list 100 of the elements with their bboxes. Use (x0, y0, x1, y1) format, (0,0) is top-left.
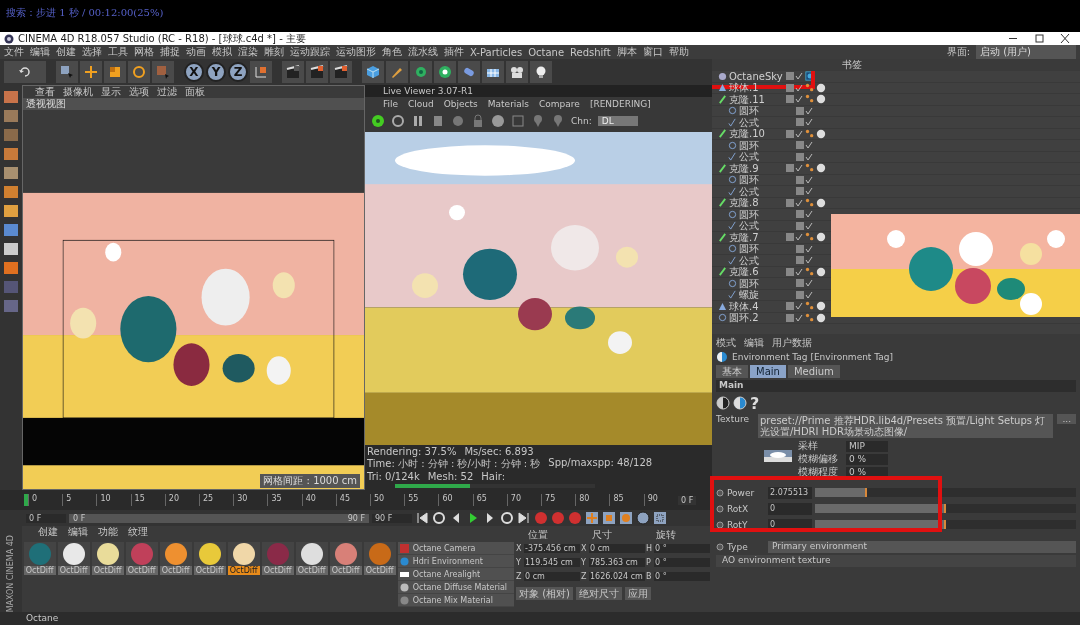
menu-item[interactable]: Octane Diffuse Material (397, 581, 514, 594)
type-dropdown[interactable]: Primary environment (768, 541, 1076, 553)
collapsed-group[interactable]: AO environment texture (716, 555, 1076, 567)
menu-item[interactable]: 渲染 (238, 45, 258, 59)
object-name[interactable]: 圆环 (739, 208, 796, 220)
viewport-menu-item[interactable]: 面板 (185, 85, 205, 99)
object-name[interactable]: 圆环 (739, 139, 796, 151)
material-swatch[interactable]: OctDiff (193, 542, 226, 575)
object-name[interactable]: 螺旋 (739, 289, 796, 301)
menu-item[interactable]: 动画 (186, 45, 206, 59)
menu-item[interactable]: 模拟 (212, 45, 232, 59)
object-name[interactable]: 公式 (739, 185, 796, 197)
apply-button[interactable]: 应用 (625, 587, 651, 600)
coordinate-field[interactable]: 0 ° (654, 557, 710, 567)
object-name[interactable]: 公式 (739, 220, 796, 232)
menu-item[interactable]: 脚本 (616, 45, 637, 59)
coordinate-field[interactable]: 0 cm (589, 543, 645, 553)
value-field[interactable]: 0 % (846, 466, 888, 478)
object-name[interactable]: 克隆.10 (729, 128, 786, 140)
channel-dropdown[interactable]: DL (597, 116, 638, 126)
menu-item[interactable]: 用户数据 (772, 335, 812, 350)
menu-item[interactable]: 纹理 (127, 525, 148, 539)
menu-item[interactable]: 雕刻 (264, 45, 284, 59)
value-field[interactable]: 0 % (846, 453, 888, 465)
menu-item[interactable]: Cloud (408, 98, 434, 109)
menu-item[interactable]: 捕捉 (160, 45, 180, 59)
menu-item[interactable]: 运动图形 (336, 45, 376, 59)
object-name[interactable]: OctaneSky (729, 71, 786, 82)
layout-dropdown[interactable]: 启动 (用户) (976, 45, 1076, 59)
end-frame-field[interactable]: 90 F (372, 513, 412, 523)
material-swatch[interactable]: OctDiff (295, 542, 328, 575)
tab[interactable]: Main (750, 365, 786, 378)
material-swatch[interactable]: OctDiff (159, 542, 192, 575)
object-name[interactable]: 球体.4 (729, 300, 786, 312)
axis-toggle[interactable]: Z (228, 62, 248, 82)
object-name[interactable]: 公式 (739, 151, 796, 163)
menu-item[interactable]: 创建 (56, 45, 76, 59)
object-name[interactable]: 公式 (739, 254, 796, 266)
menu-item[interactable]: 窗口 (642, 45, 663, 59)
viewport-menu-item[interactable]: 选项 (129, 85, 149, 99)
menu-item[interactable]: 帮助 (668, 45, 689, 59)
menu-item[interactable]: 编辑 (67, 525, 88, 539)
coordinate-field[interactable]: 0 cm (524, 571, 580, 581)
viewport-menu-item[interactable]: 过滤 (157, 85, 177, 99)
object-name[interactable]: 圆环.2 (729, 312, 786, 324)
object-name[interactable]: 圆环 (739, 174, 796, 186)
material-swatch[interactable]: OctDiff (125, 542, 158, 575)
tab[interactable]: Medium (787, 365, 840, 378)
menu-item[interactable]: 工具 (108, 45, 128, 59)
menu-item[interactable]: Hdri Environment (397, 555, 514, 568)
menu-item[interactable]: 功能 (97, 525, 118, 539)
menu-item[interactable]: Compare (539, 98, 580, 109)
menu-item[interactable]: 编辑 (30, 45, 50, 59)
menu-item[interactable]: 选择 (82, 45, 102, 59)
object-name[interactable]: 圆环 (739, 105, 796, 117)
menu-item[interactable]: 运动跟踪 (290, 45, 330, 59)
menu-item[interactable]: Octane Arealight (397, 568, 514, 581)
coordinate-field[interactable]: 119.545 cm (524, 557, 580, 567)
menu-item[interactable]: X-Particles (470, 46, 523, 58)
object-name[interactable]: 圆环 (739, 243, 796, 255)
mode-dropdown[interactable]: 对象 (相对) (516, 587, 573, 600)
object-name[interactable]: 圆环 (739, 277, 796, 289)
object-name[interactable]: 克隆.6 (729, 266, 786, 278)
object-name[interactable]: 公式 (739, 116, 796, 128)
menu-item[interactable]: Redshift (570, 46, 611, 58)
viewport-menu-item[interactable]: 摄像机 (63, 85, 93, 99)
coordinate-field[interactable]: 785.363 cm (589, 557, 645, 567)
browse-button[interactable]: ... (1057, 414, 1076, 424)
coordinate-field[interactable]: 0 ° (654, 543, 710, 553)
menu-item[interactable]: 文件 (4, 45, 24, 59)
menu-item[interactable]: 流水线 (408, 45, 438, 59)
coordinate-field[interactable]: 1626.024 cm (589, 571, 645, 581)
menu-item[interactable]: Materials (487, 98, 530, 109)
menu-item[interactable]: File (383, 98, 399, 109)
viewport-menu-item[interactable]: 显示 (101, 85, 121, 99)
material-swatch[interactable]: OctDiff (227, 542, 260, 575)
tab[interactable]: 基本 (716, 365, 748, 378)
help-button[interactable]: ? (750, 393, 760, 413)
menu-item[interactable]: Objects (443, 98, 478, 109)
material-swatch[interactable]: OctDiff (91, 542, 124, 575)
menu-item[interactable]: 网格 (134, 45, 154, 59)
value-field[interactable]: MIP (846, 440, 888, 452)
material-swatch[interactable]: OctDiff (261, 542, 294, 575)
coordinate-field[interactable]: -375.456 cm (524, 543, 580, 553)
coordinate-field[interactable]: 0 ° (654, 571, 710, 581)
number-field[interactable]: 0 (768, 502, 812, 515)
object-name[interactable]: 克隆.7 (729, 231, 786, 243)
material-swatch[interactable]: OctDiff (329, 542, 362, 575)
menu-item[interactable]: 创建 (37, 525, 58, 539)
menu-item[interactable]: Octane Mix Material (397, 594, 514, 607)
menu-item[interactable]: 插件 (444, 45, 464, 59)
frame-field[interactable]: 0 F (678, 495, 697, 505)
menu-item[interactable]: 编辑 (744, 335, 764, 350)
menu-item[interactable]: Octane (528, 46, 565, 58)
object-name[interactable]: 克隆.11 (729, 93, 786, 105)
material-swatch[interactable]: OctDiff (23, 542, 56, 575)
menu-item[interactable]: 模式 (716, 335, 736, 350)
viewport-menu-item[interactable]: 查看 (35, 85, 55, 99)
axis-toggle[interactable]: X (184, 62, 204, 82)
menu-item[interactable]: Octane Camera (397, 542, 514, 555)
